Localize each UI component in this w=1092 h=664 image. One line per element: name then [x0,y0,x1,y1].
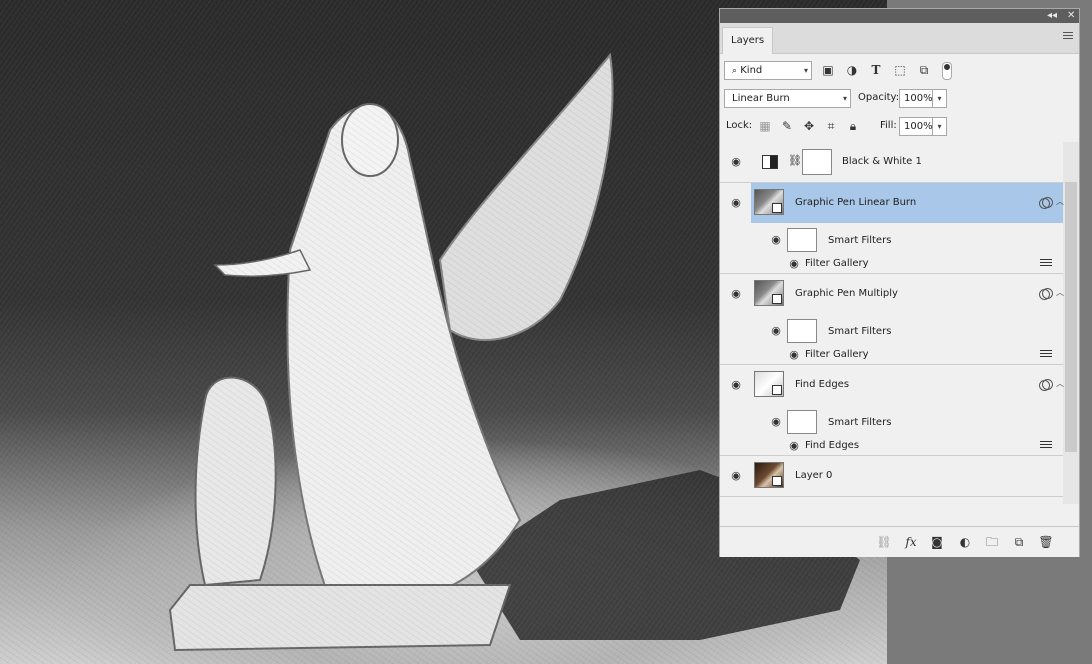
smart-filter-indicator-icon[interactable] [1039,288,1053,300]
layer-name[interactable]: Graphic Pen Multiply [795,287,898,301]
layer-divider [720,496,1063,497]
layer-name[interactable]: Graphic Pen Linear Burn [795,196,916,210]
smart-object-badge-icon [772,385,782,395]
link-layers-icon[interactable]: ⛓ [876,534,892,550]
adjustment-layer-icon[interactable]: ◐ [957,534,973,550]
smart-object-badge-icon [772,203,782,213]
blend-mode-select[interactable]: Linear Burn ▾ [724,89,851,108]
new-layer-icon[interactable]: ⧉ [1011,534,1027,550]
type-filter-icon[interactable]: T [868,62,884,78]
filter-name[interactable]: Find Edges [805,439,859,453]
shape-filter-icon[interactable]: ⬚ [892,62,908,78]
smart-filter-mask-thumbnail[interactable] [787,228,817,252]
lock-all-icon[interactable]: 🔒︎ [845,118,861,134]
search-icon: ⌕ [732,66,738,76]
panel-titlebar[interactable]: ◂◂ ✕ [720,9,1079,23]
eye-icon[interactable]: ◉ [769,324,783,338]
layer-mask-thumbnail[interactable] [802,149,832,175]
eye-icon[interactable]: ◉ [787,348,801,362]
filter-toggle-knob [944,64,950,70]
eye-icon[interactable]: ◉ [729,196,743,210]
layer-name[interactable]: Find Edges [795,378,849,392]
opacity-input[interactable]: 100% [899,89,933,108]
smart-filter-mask-thumbnail[interactable] [787,319,817,343]
smart-filter-indicator-icon[interactable] [1039,197,1053,209]
filter-toggle-switch[interactable] [942,62,952,80]
layer-name[interactable]: Layer 0 [795,469,832,483]
eye-icon[interactable]: ◉ [729,287,743,301]
filter-options-icon[interactable] [1040,348,1052,358]
smart-filters-group: ◉ Smart Filters ◉ Filter Gallery [720,224,1063,272]
eye-icon[interactable]: ◉ [787,257,801,271]
eye-icon[interactable]: ◉ [769,415,783,429]
blend-mode-value: Linear Burn [732,93,790,104]
eye-icon[interactable]: ◉ [769,233,783,247]
fill-input[interactable]: 100% [899,117,933,136]
smart-filter-indicator-icon[interactable] [1039,379,1053,391]
layer-thumbnail[interactable] [754,371,784,397]
lock-image-pixels-icon[interactable]: ✎ [779,118,795,134]
lock-label: Lock: [726,120,753,131]
eye-icon[interactable]: ◉ [729,378,743,392]
layer-name[interactable]: Black & White 1 [842,155,922,169]
smart-filters-label: Smart Filters [828,235,892,246]
eye-icon[interactable]: ◉ [729,155,743,169]
close-panel-icon[interactable]: ✕ [1067,9,1075,23]
filter-options-icon[interactable] [1040,439,1052,449]
eye-icon[interactable]: ◉ [729,469,743,483]
smart-object-filter-icon[interactable]: ⧉ [916,62,932,78]
layer-row-black-white[interactable]: ◉ ⛓ Black & White 1 [720,142,1063,182]
chevron-down-icon: ▾ [803,66,808,75]
chevron-down-icon: ▾ [842,94,847,103]
delete-icon[interactable]: 🗑︎ [1038,534,1054,550]
filter-kind-select[interactable]: ⌕ Kind ▾ [724,61,812,80]
black-white-adjustment-icon [762,155,778,169]
fill-dropdown-icon[interactable]: ▾ [933,117,947,136]
chevron-up-icon[interactable]: ︿ [1056,196,1064,207]
layer-thumbnail[interactable] [754,189,784,215]
chevron-up-icon[interactable]: ︿ [1056,287,1064,298]
smart-filters-label: Smart Filters [828,417,892,428]
add-mask-icon[interactable]: ◙ [929,534,945,550]
adjustment-filter-icon[interactable]: ◑ [844,62,860,78]
new-group-icon[interactable]: 🗀︎ [984,534,1000,550]
panel-menu-icon[interactable] [1063,32,1073,41]
smart-filter-mask-thumbnail[interactable] [787,410,817,434]
layer-row-graphic-pen-linear-burn[interactable]: ◉ Graphic Pen Linear Burn ︿ [720,183,1064,223]
scrollbar-thumb[interactable] [1065,182,1077,452]
collapse-panel-icon[interactable]: ◂◂ [1047,9,1057,23]
layers-panel: ◂◂ ✕ Layers ⌕ Kind ▾ ▣ ◑ T ⬚ ⧉ Linear Bu… [719,8,1080,557]
smart-object-badge-icon [772,476,782,486]
layer-row-graphic-pen-multiply[interactable]: ◉ Graphic Pen Multiply ︿ [720,274,1064,314]
layer-row-find-edges[interactable]: ◉ Find Edges ︿ [720,365,1064,405]
eye-icon[interactable]: ◉ [787,439,801,453]
layers-list: ◉ ⛓ Black & White 1 ◉ Graphic Pen Linear… [720,142,1079,526]
link-icon[interactable]: ⛓ [788,154,802,167]
tab-layers[interactable]: Layers [722,27,774,54]
lock-transparent-pixels-icon[interactable]: ▦ [757,118,773,134]
smart-object-badge-icon [772,294,782,304]
filter-options-icon[interactable] [1040,257,1052,267]
smart-filters-group: ◉ Smart Filters ◉ Find Edges [720,406,1063,454]
opacity-label: Opacity: [858,92,900,103]
lock-artboard-icon[interactable]: ⌗ [823,118,839,134]
layers-panel-footer: ⛓ fx ◙ ◐ 🗀︎ ⧉ 🗑︎ [720,526,1079,557]
filter-name[interactable]: Filter Gallery [805,348,869,362]
layer-thumbnail[interactable] [754,462,784,488]
fill-label: Fill: [880,120,897,131]
image-filter-icon[interactable]: ▣ [820,62,836,78]
chevron-up-icon[interactable]: ︿ [1056,378,1064,389]
filter-kind-label: Kind [740,65,763,76]
smart-filters-label: Smart Filters [828,326,892,337]
layers-scrollbar[interactable] [1063,142,1079,504]
layer-thumbnail[interactable] [754,280,784,306]
fx-icon[interactable]: fx [903,534,919,550]
smart-filters-group: ◉ Smart Filters ◉ Filter Gallery [720,315,1063,363]
lock-position-icon[interactable]: ✥ [801,118,817,134]
filter-name[interactable]: Filter Gallery [805,257,869,271]
layer-row-layer-0[interactable]: ◉ Layer 0 [720,456,1063,496]
opacity-dropdown-icon[interactable]: ▾ [933,89,947,108]
